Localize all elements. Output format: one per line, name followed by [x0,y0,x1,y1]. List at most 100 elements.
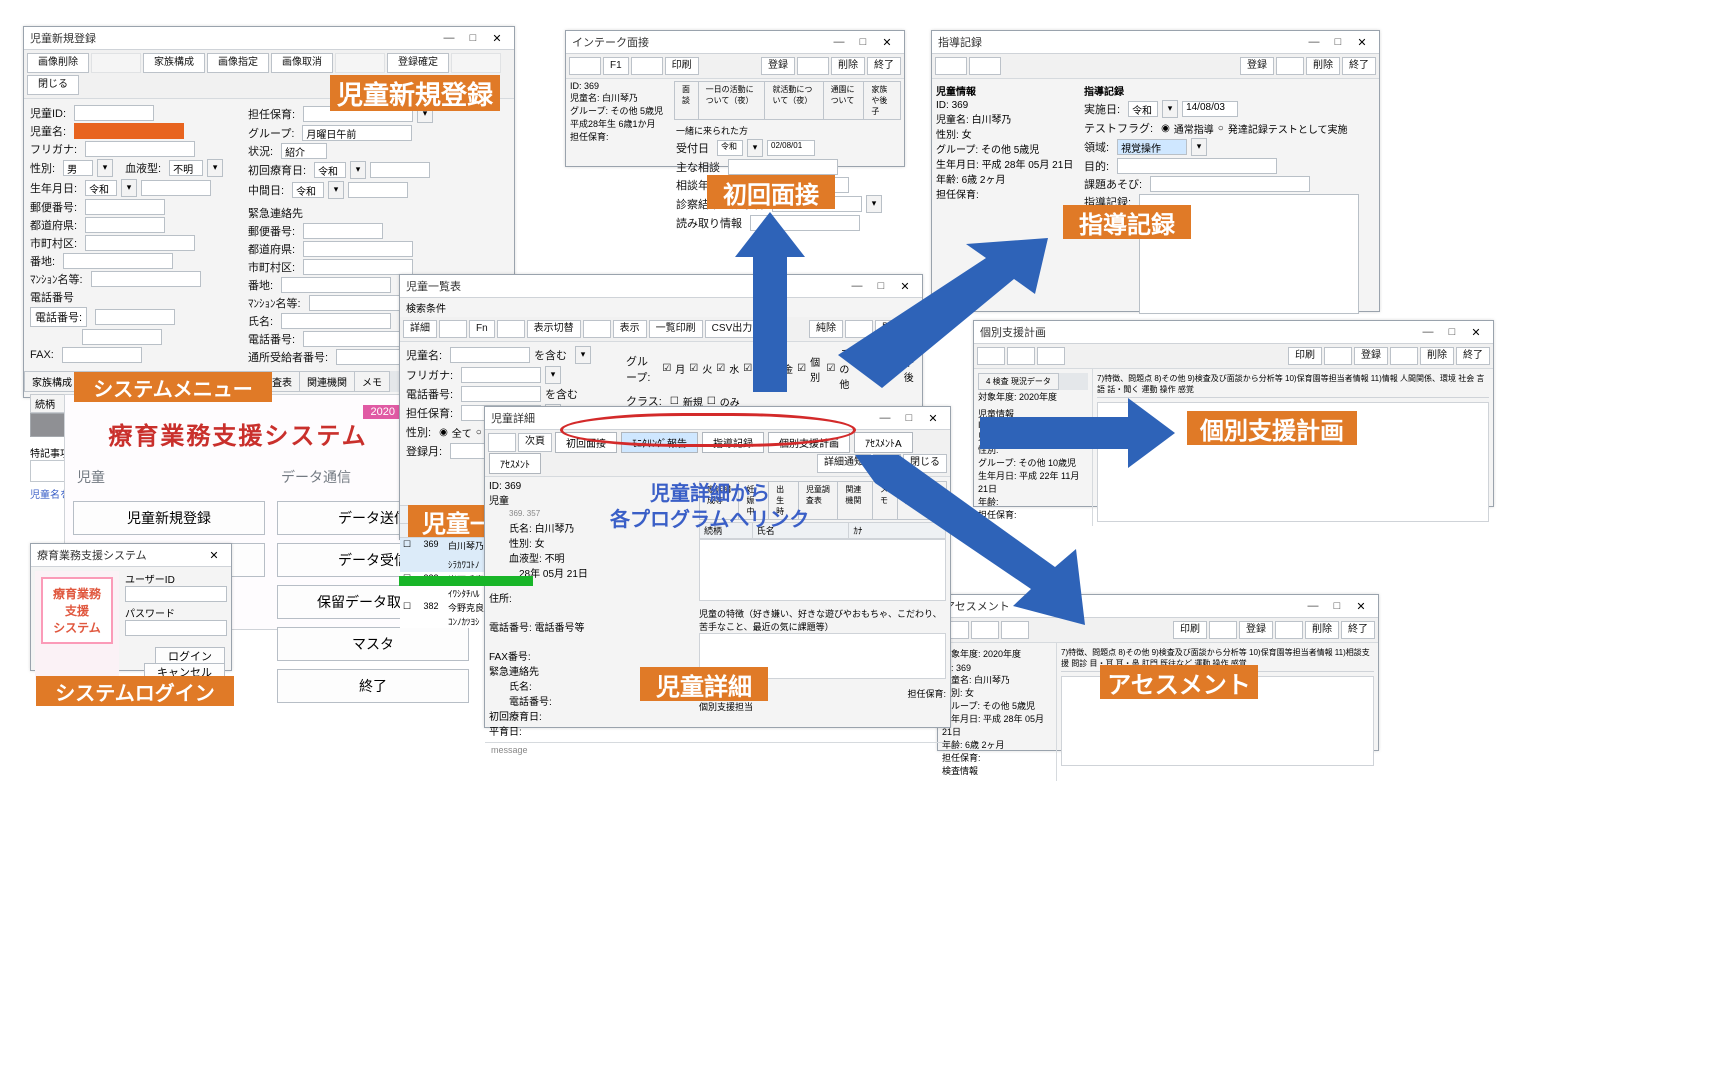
rc-radio-1[interactable]: ◉ [1161,123,1170,134]
max-icon[interactable]: □ [852,33,874,51]
input-emname[interactable] [281,313,391,329]
ls-nm[interactable] [450,347,530,363]
dt-link-assess[interactable]: ｱｾｽﾒﾝﾄ [489,453,541,474]
ik-era-drop[interactable]: ▾ [747,139,763,157]
ls-incl-drop[interactable]: ▾ [575,346,591,364]
ik-tab-0[interactable]: 面談 [674,81,699,120]
login-pwd[interactable] [125,620,227,636]
max-icon[interactable]: □ [898,409,920,427]
input-fax[interactable] [62,347,142,363]
val-blood[interactable]: 不明 [169,160,203,176]
min-icon[interactable]: — [874,409,896,427]
tab-family[interactable]: 家族構成 [24,371,80,392]
first-era-drop-icon[interactable]: ▾ [350,161,366,179]
input-tel[interactable] [95,309,175,325]
max-icon[interactable]: □ [462,29,484,47]
as-btn-del[interactable]: 削除 [1305,621,1339,639]
input-apt[interactable] [91,271,201,287]
max-icon[interactable]: □ [1441,323,1463,341]
as-btn-reg[interactable]: 登録 [1239,621,1273,639]
rc-era[interactable]: 令和 [1128,101,1158,117]
end-era[interactable]: 令和 [292,182,324,198]
input-addr[interactable] [63,253,173,269]
rc-area-drop[interactable]: ▾ [1191,138,1207,156]
btn-del[interactable]: 削除 [831,57,865,75]
first-era[interactable]: 令和 [314,162,346,178]
ik-past-drop[interactable]: ▾ [866,195,882,213]
pl-btn-reg[interactable]: 登録 [1354,347,1388,365]
ls-btn-fn[interactable]: Fn [469,320,495,338]
input-end[interactable] [348,182,408,198]
input-furi[interactable] [85,141,195,157]
ls-cl-ck2[interactable]: ☐ [707,396,716,407]
btn-img-del[interactable]: 画像削除 [27,53,89,73]
val-status[interactable]: 紹介 [281,143,327,159]
pl-btn-end[interactable]: 終了 [1456,347,1490,365]
rc-btn-reg[interactable]: 登録 [1240,57,1274,75]
input-emaddr[interactable] [281,277,391,293]
max-icon[interactable]: □ [1327,33,1349,51]
pl-btn-del[interactable]: 削除 [1420,347,1454,365]
sex-drop-icon[interactable]: ▾ [97,159,113,177]
input-first[interactable] [370,162,430,178]
rc-radio-2[interactable]: ○ [1218,123,1224,134]
menu-btn-new[interactable]: 児童新規登録 [73,501,265,535]
ls-sx-all[interactable]: ◉ [439,427,448,438]
ik-tab-3[interactable]: 通園について [823,81,865,120]
input-emzip[interactable] [303,223,383,239]
btn-reg[interactable]: 登録 [761,57,795,75]
ik-tab-2[interactable]: 就活動について（夜） [764,81,823,120]
min-icon[interactable]: — [1302,597,1324,615]
close-icon[interactable]: ✕ [922,409,944,427]
ik-tab-4[interactable]: 家族や後子 [863,81,901,120]
input-city[interactable] [85,235,195,251]
rc-btn-end[interactable]: 終了 [1342,57,1376,75]
login-uid[interactable] [125,586,227,602]
ls-fu-drop[interactable]: ▾ [545,366,561,384]
min-icon[interactable]: — [828,33,850,51]
val-sex[interactable]: 男 [63,160,93,176]
max-icon[interactable]: □ [1326,597,1348,615]
btn-print[interactable]: 印刷 [665,57,699,75]
as-btn-print[interactable]: 印刷 [1173,621,1207,639]
ls-ck1[interactable]: ☑ [662,363,671,374]
blood-drop-icon[interactable]: ▾ [207,159,223,177]
min-icon[interactable]: — [1303,33,1325,51]
min-icon[interactable]: — [438,29,460,47]
ik-era[interactable]: 令和 [717,140,743,156]
input-zip[interactable] [85,199,165,215]
tab-memo[interactable]: メモ [354,371,390,392]
ls-cl-ck1[interactable]: ☐ [670,396,679,407]
ls-ck7[interactable]: ☑ [826,363,835,374]
input-id[interactable] [74,105,154,121]
input-dob[interactable] [141,180,211,196]
ls-btn-detail[interactable]: 詳細 [403,320,437,338]
input-tel2[interactable] [82,329,162,345]
ik-date[interactable]: 02/08/01 [767,140,815,156]
ls-btn-print[interactable]: 一覧印刷 [649,320,703,338]
pl-btn-print[interactable]: 印刷 [1288,347,1322,365]
ls-sx-m[interactable]: ○ [476,427,482,438]
rc-btn-del[interactable]: 削除 [1306,57,1340,75]
input-emcity[interactable] [303,259,413,275]
btn-family[interactable]: 家族構成 [143,53,205,73]
input-name[interactable] [74,123,184,139]
rc-era-drop[interactable]: ▾ [1162,100,1178,118]
close-icon[interactable]: ✕ [1351,33,1373,51]
dt-btn-next[interactable]: 次頁 [518,433,552,452]
close-icon[interactable]: ✕ [1350,597,1372,615]
val-group[interactable]: 月曜日午前 [302,125,412,141]
as-btn-end[interactable]: 終了 [1341,621,1375,639]
ik-tab-1[interactable]: 一日の活動について（夜） [698,81,766,120]
close-icon[interactable]: ✕ [203,546,225,564]
ik-main[interactable] [728,159,838,175]
era-drop-icon[interactable]: ▾ [121,179,137,197]
input-empref[interactable] [303,241,413,257]
dt-link-assessA[interactable]: ｱｾｽﾒﾝﾄA [854,432,913,453]
ls-btn-toggle[interactable]: 表示切替 [527,320,581,338]
min-icon[interactable]: — [1417,323,1439,341]
tab-related[interactable]: 関連機関 [299,371,355,392]
close-icon[interactable]: ✕ [1465,323,1487,341]
input-pref[interactable] [85,217,165,233]
ls-ck3[interactable]: ☑ [716,363,725,374]
